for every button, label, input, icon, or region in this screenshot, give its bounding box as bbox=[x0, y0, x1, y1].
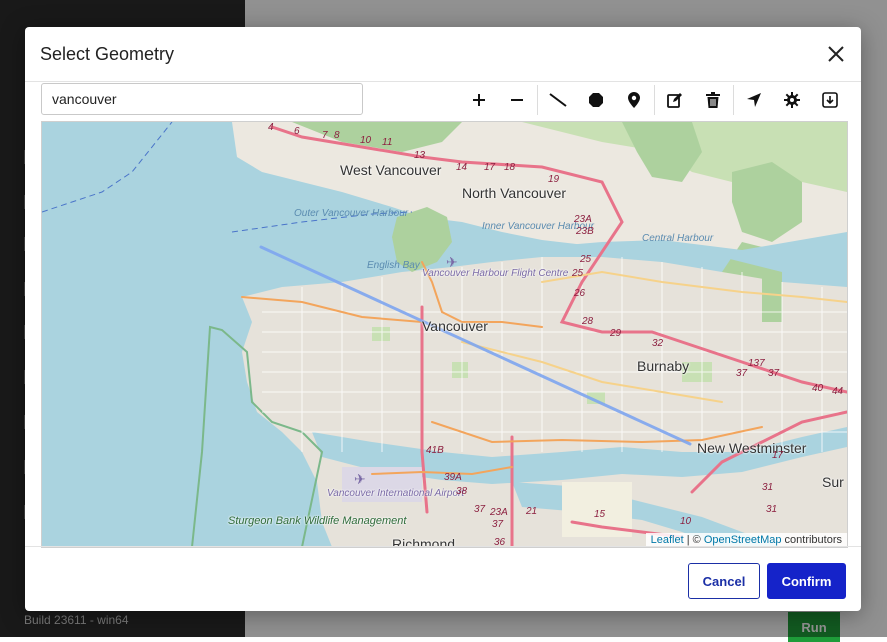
road-shield: 8 bbox=[334, 130, 340, 141]
label-inner-harbour: Inner Vancouver Harbour bbox=[482, 221, 594, 232]
locate-button[interactable] bbox=[735, 85, 773, 115]
road-shield: 40 bbox=[812, 383, 824, 394]
road-shield: 7 bbox=[322, 130, 328, 141]
airport-icon: ✈ bbox=[354, 471, 366, 487]
map-tiles[interactable]: ✈ ✈ bbox=[42, 122, 847, 547]
road-shield: 25 bbox=[580, 254, 592, 265]
road-shield: 39A bbox=[444, 472, 462, 483]
dialog-header: Select Geometry bbox=[25, 27, 861, 82]
toolbar-divider bbox=[654, 85, 655, 115]
road-shield: 38 bbox=[456, 486, 468, 497]
park bbox=[452, 362, 468, 378]
label-surrey: Sur bbox=[822, 474, 844, 490]
toolbar-divider bbox=[733, 85, 734, 115]
road-shield: 4 bbox=[268, 122, 274, 133]
road-shield: 18 bbox=[504, 162, 516, 173]
road-shield: 17 bbox=[772, 450, 784, 461]
trash-icon bbox=[706, 92, 720, 108]
road-shield: 41B bbox=[426, 445, 444, 456]
attribution-suffix: contributors bbox=[781, 534, 842, 546]
label-west-vancouver: West Vancouver bbox=[340, 162, 442, 178]
label-english-bay: English Bay bbox=[367, 260, 420, 271]
draw-marker-button[interactable] bbox=[615, 85, 653, 115]
label-new-westminster: New Westminster bbox=[697, 440, 807, 456]
close-button[interactable] bbox=[821, 39, 851, 69]
road-shield: 137 bbox=[748, 358, 765, 369]
dialog-footer: Cancel Confirm bbox=[25, 546, 861, 612]
road-shield: 14 bbox=[456, 162, 468, 173]
road-shield: 31 bbox=[766, 504, 778, 515]
gear-icon bbox=[784, 92, 800, 108]
search-input[interactable] bbox=[41, 83, 363, 115]
label-burnaby: Burnaby bbox=[637, 358, 690, 374]
road-shield: 23B bbox=[576, 226, 594, 237]
plus-icon bbox=[473, 94, 485, 106]
road-shield: 15 bbox=[594, 509, 606, 520]
map-attribution: Leaflet | © OpenStreetMap contributors bbox=[645, 533, 847, 547]
download-button[interactable] bbox=[811, 85, 849, 115]
road-shield: 11 bbox=[382, 137, 393, 148]
cancel-button[interactable]: Cancel bbox=[688, 563, 760, 599]
road-shield: 25 bbox=[572, 268, 584, 279]
confirm-button[interactable]: Confirm bbox=[767, 563, 846, 599]
toolbar-divider bbox=[537, 85, 538, 115]
leaflet-link[interactable]: Leaflet bbox=[651, 534, 684, 546]
marker-icon bbox=[628, 92, 640, 108]
navigation-arrow-icon bbox=[747, 93, 761, 107]
close-icon bbox=[828, 46, 844, 62]
label-central-harbour: Central Harbour bbox=[642, 233, 714, 244]
osm-link[interactable]: OpenStreetMap bbox=[704, 534, 782, 546]
label-harbour-flight-centre: Vancouver Harbour Flight Centre bbox=[422, 268, 568, 279]
select-geometry-dialog: Select Geometry vancouver ✈ ✈ West Vanco… bbox=[25, 27, 861, 611]
road-shield: 37 bbox=[492, 519, 504, 530]
attribution-separator: | © bbox=[683, 534, 704, 546]
map-view[interactable]: ✈ ✈ West Vancouver North Vancouver Vanco… bbox=[41, 121, 848, 548]
edit-icon bbox=[667, 93, 682, 108]
road-shield: 10 bbox=[360, 135, 372, 146]
settings-button[interactable] bbox=[773, 85, 811, 115]
minus-icon bbox=[511, 99, 523, 101]
draw-polygon-button[interactable] bbox=[577, 85, 615, 115]
download-icon bbox=[822, 92, 838, 108]
park bbox=[762, 272, 782, 322]
road-shield: 29 bbox=[610, 328, 622, 339]
road-shield: 32 bbox=[652, 338, 664, 349]
map-toolbar bbox=[460, 85, 849, 115]
label-airport: Vancouver International Airport bbox=[327, 488, 464, 499]
road-shield: 17 bbox=[484, 162, 496, 173]
line-icon bbox=[549, 93, 567, 107]
delete-button[interactable] bbox=[694, 85, 732, 115]
road-shield: 23A bbox=[574, 214, 592, 225]
label-vancouver: Vancouver bbox=[422, 318, 488, 334]
edit-button[interactable] bbox=[656, 85, 694, 115]
zoom-in-button[interactable] bbox=[460, 85, 498, 115]
road-shield: 28 bbox=[582, 316, 594, 327]
dialog-title: Select Geometry bbox=[40, 44, 175, 64]
road-shield: 37 bbox=[768, 368, 780, 379]
zoom-out-button[interactable] bbox=[498, 85, 536, 115]
road-shield: 31 bbox=[762, 482, 774, 493]
draw-line-button[interactable] bbox=[539, 85, 577, 115]
label-outer-harbour: Outer Vancouver Harbour bbox=[294, 208, 408, 219]
polygon-icon bbox=[589, 93, 603, 107]
road-shield: 44 bbox=[832, 386, 844, 397]
label-sturgeon-bank: Sturgeon Bank Wildlife Management bbox=[228, 515, 406, 527]
road-shield: 10 bbox=[680, 516, 692, 527]
road-shield: 13 bbox=[414, 150, 426, 161]
road-shield: 37 bbox=[736, 368, 748, 379]
road-shield: 6 bbox=[294, 126, 300, 137]
road-shield: 26 bbox=[574, 288, 586, 299]
road-shield: 21 bbox=[526, 506, 538, 517]
road-shield: 37 bbox=[474, 504, 486, 515]
park bbox=[372, 327, 390, 341]
road-shield: 19 bbox=[548, 174, 560, 185]
label-north-vancouver: North Vancouver bbox=[462, 185, 567, 201]
road-shield: 23A bbox=[490, 507, 508, 518]
